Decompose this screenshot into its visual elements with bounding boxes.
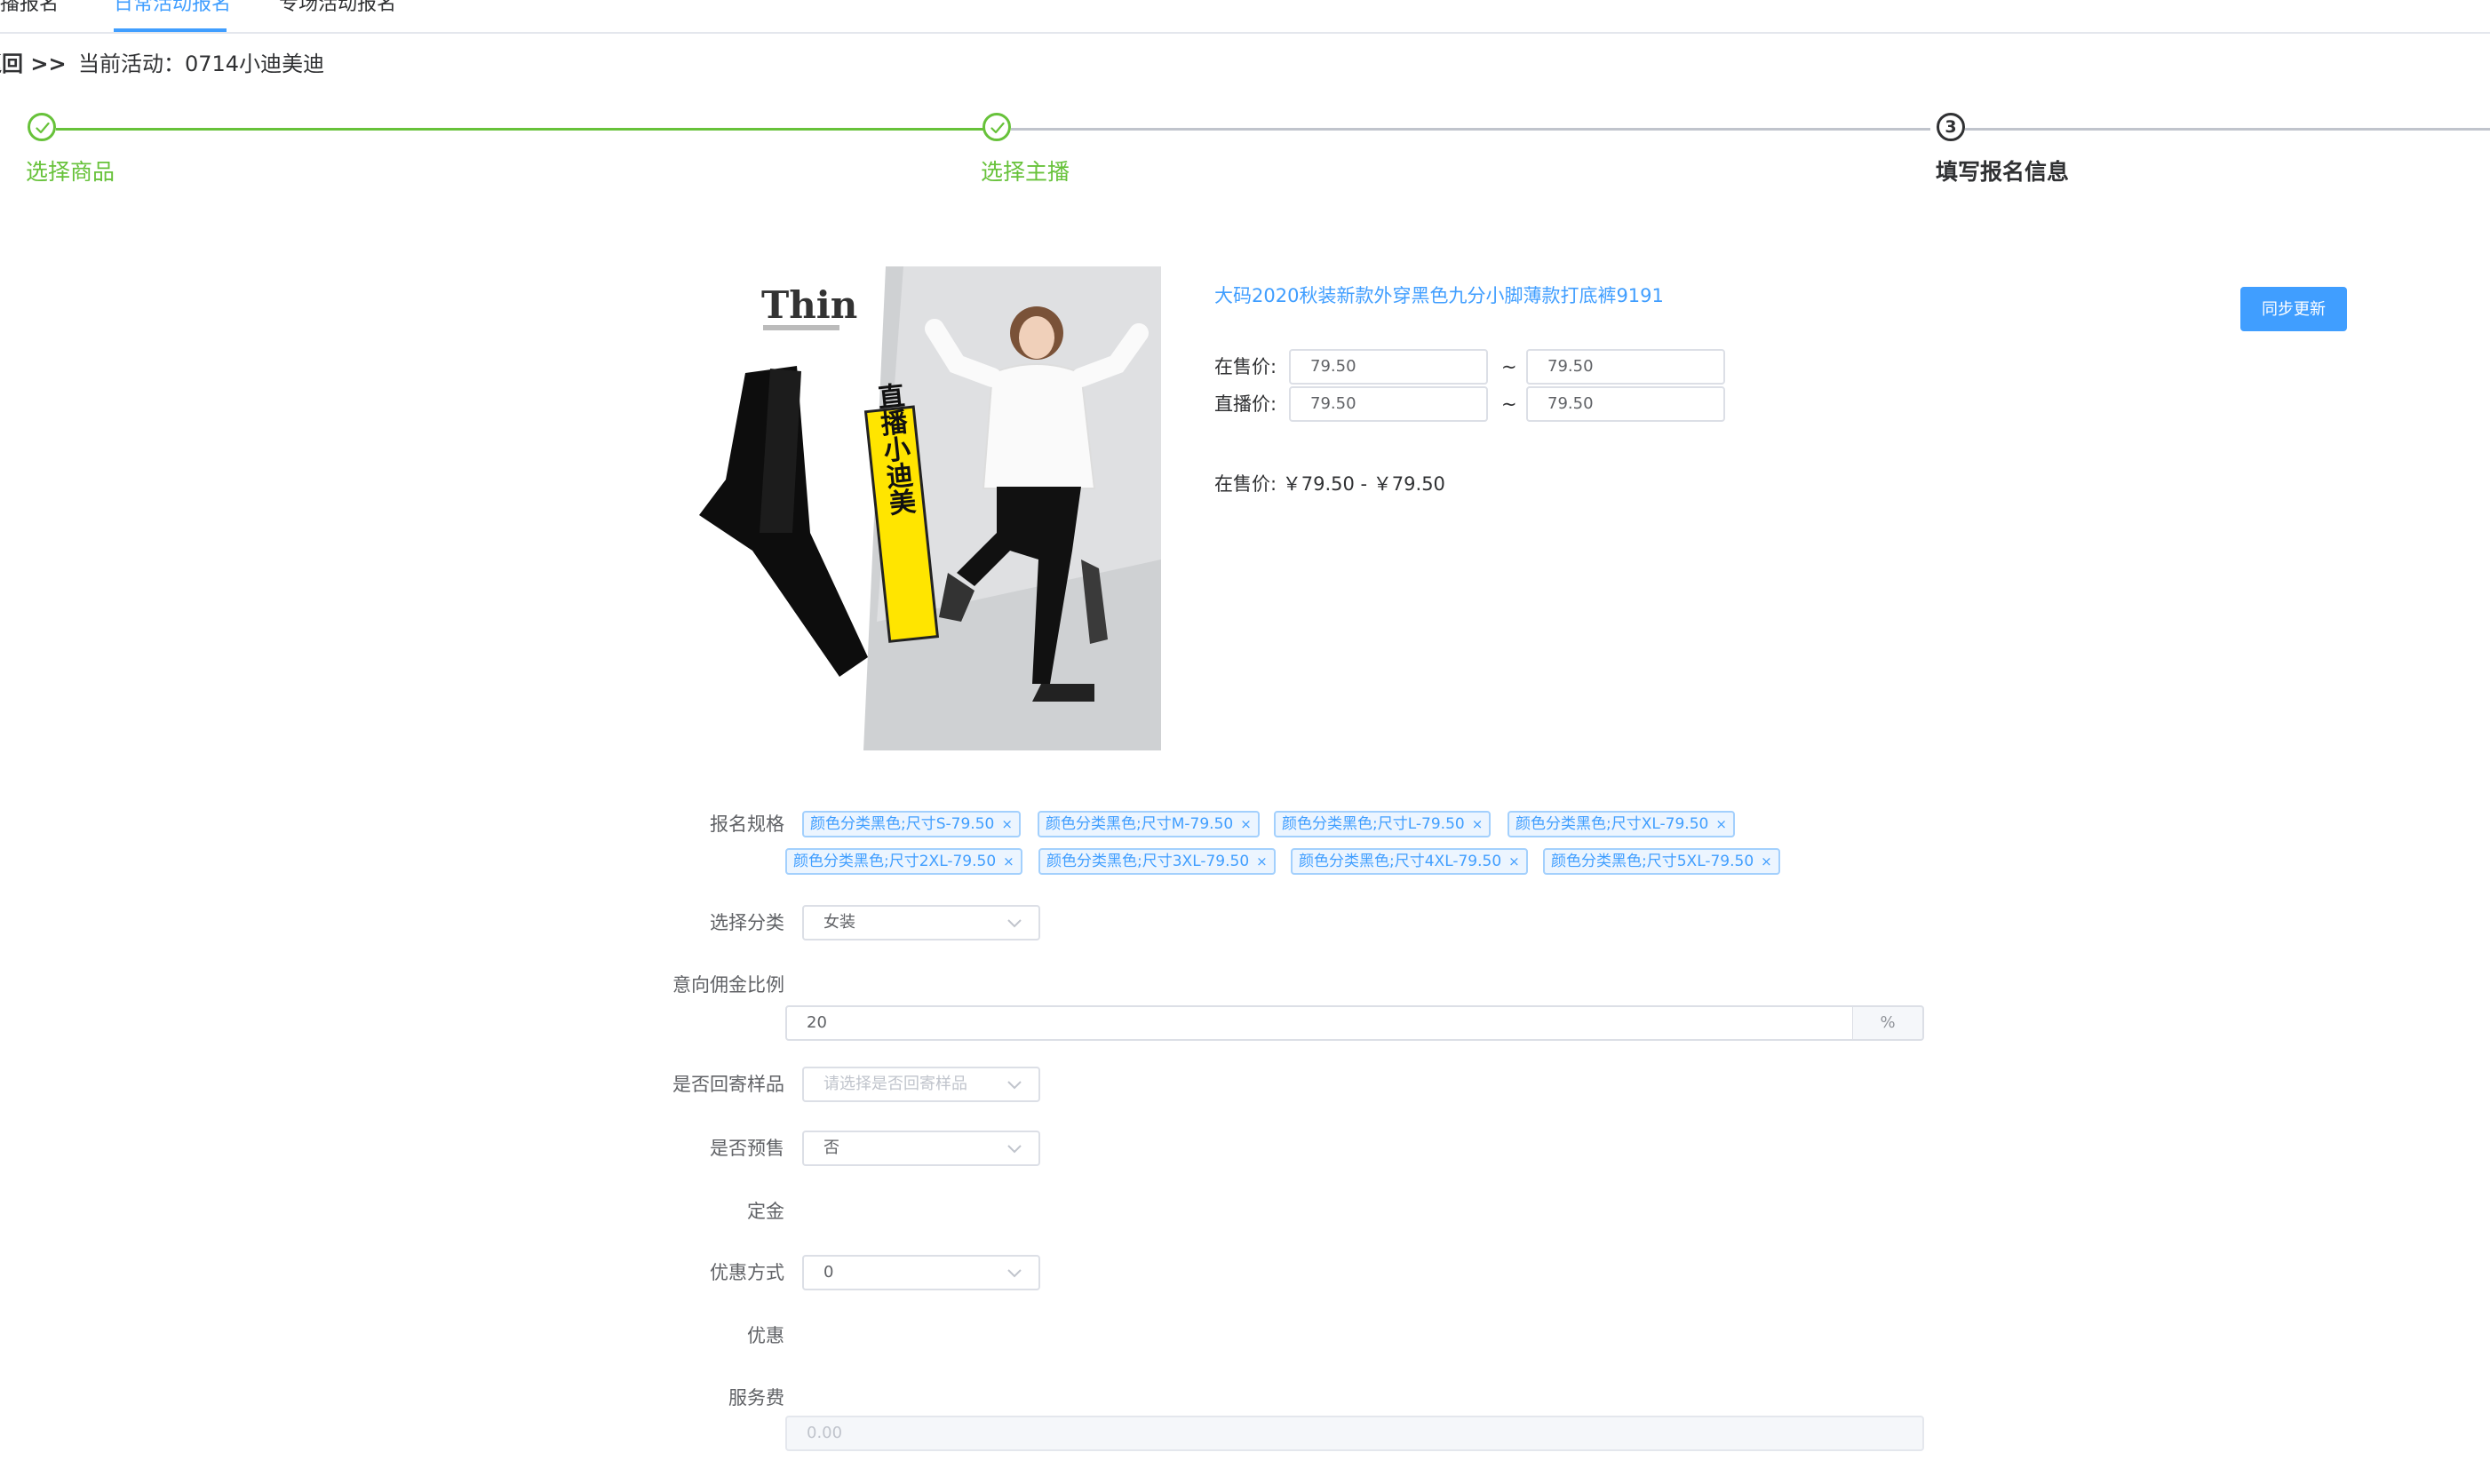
- spec-tag: 颜色分类黑色;尺寸4XL-79.50 ×: [1291, 848, 1528, 875]
- presale-select-value: 否: [823, 1139, 839, 1157]
- step-3-number: 3: [1945, 117, 1957, 137]
- step-2-label: 选择主播: [981, 159, 1070, 185]
- spec-tag: 颜色分类黑色;尺寸M-79.50 ×: [1038, 811, 1260, 837]
- tab-special-activity-signup[interactable]: 专场活动报名: [279, 0, 396, 18]
- chevron-down-icon: [1007, 919, 1022, 928]
- step-1-check-icon: [28, 113, 56, 141]
- spec-tag-text: 颜色分类黑色;尺寸5XL-79.50: [1551, 853, 1754, 870]
- tab-bar: 主播报名 日常活动报名 专场活动报名: [0, 0, 2490, 34]
- current-activity: 当前活动：0714小迪美迪: [78, 52, 325, 76]
- spec-tag: 颜色分类黑色;尺寸3XL-79.50 ×: [1038, 848, 1276, 875]
- spec-tag: 颜色分类黑色;尺寸2XL-79.50 ×: [785, 848, 1022, 875]
- price-summary: 在售价: ￥79.50 - ￥79.50: [1214, 473, 1445, 495]
- presale-label: 是否预售: [710, 1138, 784, 1159]
- chevron-down-icon: [1007, 1145, 1022, 1154]
- tab-daily-activity-signup[interactable]: 日常活动报名: [114, 0, 231, 18]
- spec-tag: 颜色分类黑色;尺寸L-79.50 ×: [1274, 811, 1492, 837]
- spec-tag-text: 颜色分类黑色;尺寸XL-79.50: [1515, 815, 1709, 833]
- on-sale-price-label: 在售价:: [1214, 356, 1277, 377]
- tag-close-icon[interactable]: ×: [1001, 816, 1013, 832]
- spec-tag-text: 颜色分类黑色;尺寸4XL-79.50: [1299, 853, 1502, 870]
- sync-update-button[interactable]: 同步更新: [2240, 287, 2347, 331]
- category-select-value: 女装: [823, 913, 855, 932]
- on-sale-price-separator: ~: [1501, 356, 1517, 377]
- back-link[interactable]: 返回 >>: [0, 50, 67, 78]
- tag-close-icon[interactable]: ×: [1256, 853, 1268, 869]
- commission-percent-suffix: %: [1853, 1005, 1924, 1041]
- step-connector-2: [1011, 128, 1930, 131]
- deposit-label: 定金: [747, 1201, 784, 1222]
- spec-tag: 颜色分类黑色;尺寸5XL-79.50 ×: [1543, 848, 1780, 875]
- step-2-check-icon: [982, 113, 1011, 141]
- service-fee-input: 0.00: [785, 1416, 1924, 1451]
- service-fee-label: 服务费: [728, 1387, 784, 1409]
- tag-close-icon[interactable]: ×: [1003, 853, 1014, 869]
- tag-close-icon[interactable]: ×: [1761, 853, 1772, 869]
- spec-label: 报名规格: [710, 813, 784, 835]
- return-sample-label: 是否回寄样品: [672, 1074, 784, 1095]
- discount-method-select[interactable]: 0: [802, 1255, 1040, 1290]
- discount-method-value: 0: [823, 1263, 834, 1282]
- live-price-max-input[interactable]: 79.50: [1526, 386, 1725, 422]
- commission-label: 意向佣金比例: [672, 974, 784, 996]
- spec-tag-text: 颜色分类黑色;尺寸L-79.50: [1282, 815, 1465, 833]
- return-sample-select[interactable]: 请选择是否回寄样品: [802, 1067, 1040, 1102]
- discount-label: 优惠: [747, 1325, 784, 1346]
- brand-mark-text: Thin: [761, 283, 857, 327]
- tab-anchor-signup[interactable]: 主播报名: [0, 0, 59, 18]
- spec-tag-text: 颜色分类黑色;尺寸2XL-79.50: [793, 853, 997, 870]
- step-3-number-icon: 3: [1937, 113, 1965, 141]
- live-price-min-input[interactable]: 79.50: [1289, 386, 1488, 422]
- product-title-link[interactable]: 大码2020秋装新款外穿黑色九分小脚薄款打底裤9191: [1214, 282, 1664, 309]
- return-sample-placeholder: 请选择是否回寄样品: [823, 1075, 967, 1093]
- discount-method-label: 优惠方式: [710, 1262, 784, 1283]
- category-label: 选择分类: [710, 912, 784, 933]
- product-image: Thin 直播小迪美: [690, 266, 1161, 750]
- spec-tag-text: 颜色分类黑色;尺寸S-79.50: [810, 815, 995, 833]
- on-sale-price-max-input[interactable]: 79.50: [1526, 349, 1725, 385]
- spec-tag: 颜色分类黑色;尺寸S-79.50 ×: [802, 811, 1021, 837]
- spec-tag-text: 颜色分类黑色;尺寸M-79.50: [1046, 815, 1234, 833]
- chevron-down-icon: [1007, 1081, 1022, 1090]
- live-price-separator: ~: [1501, 393, 1517, 415]
- tag-close-icon[interactable]: ×: [1715, 816, 1727, 832]
- on-sale-price-min-input[interactable]: 79.50: [1289, 349, 1488, 385]
- tag-close-icon[interactable]: ×: [1472, 816, 1484, 832]
- spec-tag-text: 颜色分类黑色;尺寸3XL-79.50: [1046, 853, 1250, 870]
- presale-select[interactable]: 否: [802, 1131, 1040, 1166]
- tag-close-icon[interactable]: ×: [1508, 853, 1520, 869]
- active-tab-indicator: [114, 28, 227, 32]
- step-1-label: 选择商品: [26, 159, 115, 185]
- step-3-label: 填写报名信息: [1936, 159, 2070, 185]
- step-connector-1: [56, 128, 984, 131]
- live-price-label: 直播价:: [1214, 393, 1277, 415]
- commission-input[interactable]: 20: [785, 1005, 1854, 1041]
- category-select[interactable]: 女装: [802, 905, 1040, 940]
- step-connector-3: [1965, 128, 2490, 131]
- chevron-down-icon: [1007, 1269, 1022, 1278]
- tag-close-icon[interactable]: ×: [1240, 816, 1252, 832]
- spec-tag: 颜色分类黑色;尺寸XL-79.50 ×: [1508, 811, 1735, 837]
